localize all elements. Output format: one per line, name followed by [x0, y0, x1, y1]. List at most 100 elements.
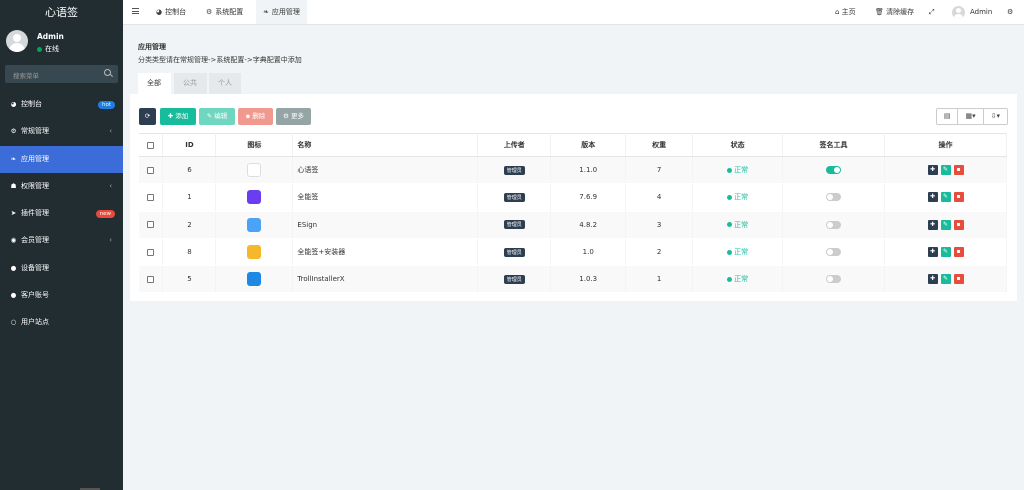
cell-id: 1 — [162, 183, 217, 212]
refresh-button[interactable]: ⟳ — [139, 108, 156, 125]
row-edit-button[interactable]: ✎ — [940, 192, 951, 203]
row-delete-button[interactable]: ▪ — [953, 219, 964, 230]
row-delete-button[interactable]: ▪ — [953, 274, 964, 285]
tab-public[interactable]: 公共 — [174, 73, 207, 94]
row-edit-button[interactable]: ✎ — [940, 165, 951, 176]
sidebar-item-8[interactable]: ○ 用户站点 — [0, 309, 123, 336]
app-logo[interactable]: 心语签 — [0, 0, 123, 25]
table-row[interactable]: 6 心语签 管理员 1.1.0 7 正常 ✚ ✎ ▪ — [139, 156, 1007, 185]
sidebar-item-label: 用户站点 — [21, 318, 49, 327]
menu-toggle-icon[interactable] — [132, 8, 139, 14]
table-header-row: ID 图标 名称 上传者 版本 权重 状态 签名工具 操作 — [139, 133, 1007, 157]
sidebar-item-3[interactable]: ☗ 权限管理 ‹ — [0, 173, 123, 200]
sidebar-badge: hot — [97, 101, 115, 109]
row-checkbox[interactable] — [147, 221, 155, 229]
fullscreen-icon[interactable]: ⤢ — [929, 0, 935, 24]
content-header: 应用管理 分类类型请在常规管理->系统配置->字典配置中添加 — [138, 42, 302, 65]
trash-icon: 🗑︎ — [875, 8, 887, 16]
row-edit-button[interactable]: ✎ — [940, 274, 951, 285]
row-edit-button[interactable]: ✎ — [940, 219, 951, 230]
tab-system-config[interactable]: ⚙ 系统配置 — [199, 0, 250, 24]
table-row[interactable]: 8 全能签+安装器 管理员 1.0 2 正常 ✚ ✎ ▪ — [139, 238, 1007, 267]
sidebar-item-6[interactable]: ● 设备管理 — [0, 255, 123, 282]
sidebar-item-1[interactable]: ⚙ 常规管理 ‹ — [0, 118, 123, 145]
search-icon[interactable] — [104, 69, 111, 76]
avatar — [952, 5, 965, 19]
delete-label: 删除 — [252, 112, 266, 120]
col-header-status[interactable]: 状态 — [692, 133, 784, 157]
col-header-uploader[interactable]: 上传者 — [477, 133, 552, 157]
drag-move-button[interactable]: ✚ — [927, 192, 938, 203]
row-delete-button[interactable]: ▪ — [953, 247, 964, 258]
row-edit-button[interactable]: ✎ — [940, 247, 951, 258]
sidebar-item-4[interactable]: ➤ 插件管理 new — [0, 200, 123, 227]
col-header-icon: 图标 — [215, 133, 294, 157]
status-label: 正常 — [734, 193, 749, 202]
tab-dashboard[interactable]: ◕ 控制台 — [149, 0, 193, 24]
col-header-name[interactable]: 名称 — [292, 133, 479, 157]
drag-move-button[interactable]: ✚ — [927, 247, 938, 258]
tab-all[interactable]: 全部 — [138, 73, 171, 94]
export-icon: ⇩▾ — [990, 112, 1000, 120]
status-badge: 正常 — [727, 166, 748, 174]
sidebar-item-label: 插件管理 — [21, 209, 49, 218]
cell-status: 正常 — [692, 265, 784, 294]
sign-tool-toggle[interactable] — [826, 193, 842, 202]
sidebar-item-7[interactable]: ● 客户账号 — [0, 282, 123, 309]
row-checkbox[interactable] — [147, 248, 155, 256]
drag-move-button[interactable]: ✚ — [927, 165, 938, 176]
toggle-view-button[interactable]: ▤ — [937, 109, 959, 124]
cogs-icon: ⚙ — [10, 127, 17, 136]
row-checkbox[interactable] — [147, 166, 155, 174]
chevron-left-icon: ‹ — [109, 236, 112, 245]
clear-cache-button[interactable]: 🗑︎ 清除缓存 — [875, 0, 914, 24]
sign-tool-toggle[interactable] — [826, 166, 842, 175]
sidebar-item-2[interactable]: ❧ 应用管理 — [0, 145, 123, 173]
row-checkbox[interactable] — [147, 193, 155, 201]
cell-actions: ✚ ✎ ▪ — [884, 238, 1007, 267]
admin-menu[interactable]: Admin — [952, 0, 992, 24]
sign-tool-toggle[interactable] — [826, 220, 842, 229]
table-row[interactable]: 5 TrollInstallerX 管理员 1.0.3 1 正常 ✚ ✎ ▪ — [139, 265, 1007, 294]
sidebar-item-5[interactable]: ◉ 会员管理 ‹ — [0, 227, 123, 254]
row-delete-button[interactable]: ▪ — [953, 192, 964, 203]
col-header-weight[interactable]: 权重 — [625, 133, 694, 157]
tab-personal[interactable]: 个人 — [209, 73, 241, 94]
col-header-sign-tool[interactable]: 签名工具 — [782, 133, 885, 157]
cell-version: 1.1.0 — [550, 156, 627, 185]
menu-search-input[interactable]: 搜索菜单 — [5, 65, 118, 83]
tab-app-management[interactable]: ❧ 应用管理 — [256, 0, 307, 24]
more-button[interactable]: ⚙ 更多 — [276, 108, 311, 125]
cell-actions: ✚ ✎ ▪ — [884, 156, 1007, 185]
table-row[interactable]: 1 全能签 管理员 7.6.9 4 正常 ✚ ✎ ▪ — [139, 183, 1007, 212]
col-header-id[interactable]: ID — [162, 133, 217, 157]
status-dot-icon — [727, 222, 733, 228]
row-checkbox[interactable] — [147, 275, 155, 283]
export-dropdown[interactable]: ⇩▾ — [984, 109, 1007, 124]
home-link[interactable]: ⌂ 主页 — [835, 0, 856, 24]
select-all-checkbox[interactable] — [147, 141, 155, 149]
settings-icon[interactable]: ⚙ — [1007, 0, 1013, 24]
status-dot-icon — [727, 249, 733, 255]
row-select-cell — [139, 211, 164, 239]
sidebar-item-0[interactable]: ◕ 控制台 hot — [0, 91, 123, 118]
edit-button[interactable]: ✎ 编辑 — [199, 108, 235, 125]
sign-tool-toggle[interactable] — [826, 275, 842, 284]
cell-icon — [215, 183, 294, 212]
col-header-version[interactable]: 版本 — [550, 133, 627, 157]
cell-actions: ✚ ✎ ▪ — [884, 265, 1007, 294]
uploader-badge: 管理员 — [503, 165, 525, 175]
add-button[interactable]: ✚ 添加 — [160, 108, 196, 125]
drag-move-button[interactable]: ✚ — [927, 274, 938, 285]
table-row[interactable]: 2 ESign 管理员 4.8.2 3 正常 ✚ ✎ ▪ — [139, 211, 1007, 239]
columns-dropdown[interactable]: ▦▾ — [958, 109, 984, 124]
row-delete-button[interactable]: ▪ — [953, 165, 964, 176]
status-badge: 正常 — [727, 275, 748, 283]
delete-button[interactable]: ▪ 删除 — [238, 108, 273, 125]
sign-tool-toggle[interactable] — [826, 248, 842, 257]
user-status: 在线 — [37, 44, 59, 54]
cell-actions: ✚ ✎ ▪ — [884, 211, 1007, 239]
status-label: 正常 — [734, 166, 749, 175]
cell-actions: ✚ ✎ ▪ — [884, 183, 1007, 212]
drag-move-button[interactable]: ✚ — [927, 219, 938, 230]
